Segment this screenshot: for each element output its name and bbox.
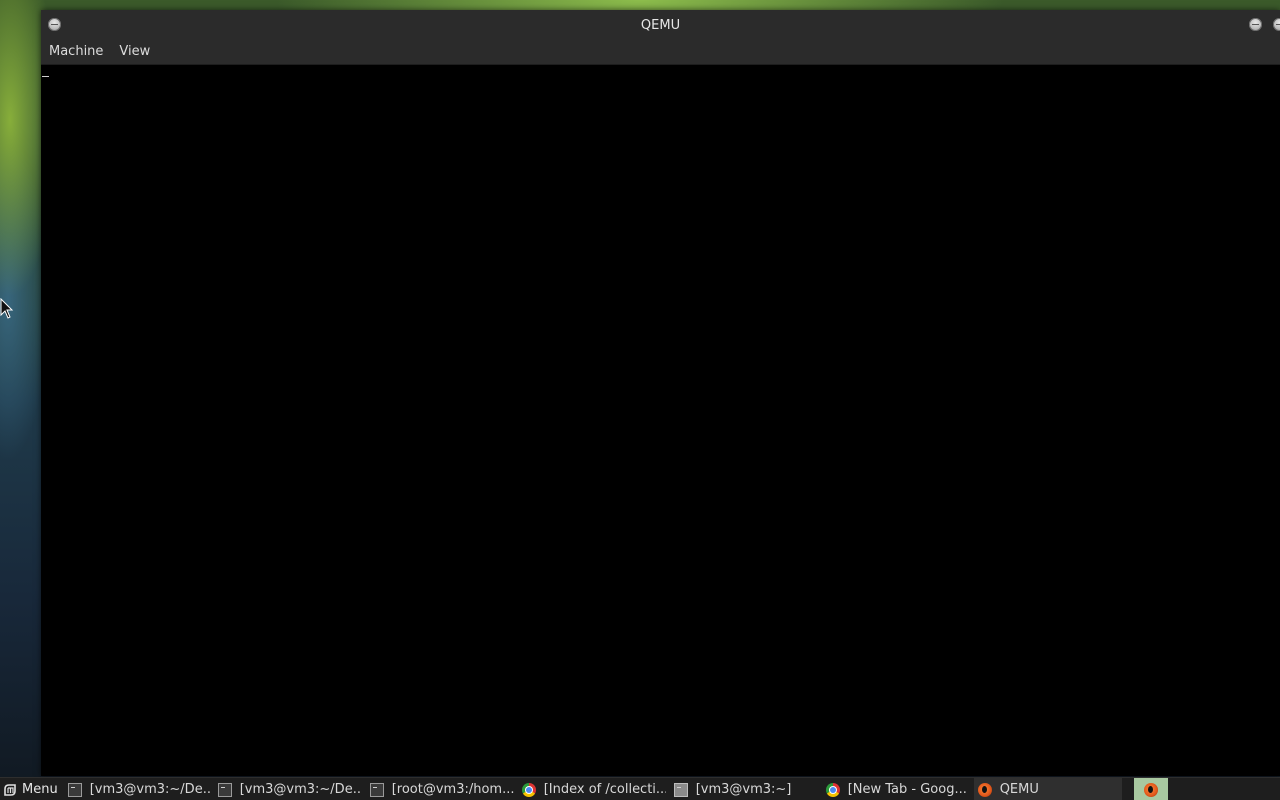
taskbar-item-label: [New Tab - Goog... — [847, 782, 967, 797]
qemu-icon — [977, 782, 992, 797]
terminal-icon — [67, 782, 82, 797]
mouse-pointer-icon — [0, 298, 14, 319]
menu-bar: Machine View — [41, 40, 1280, 65]
taskbar-item-terminal-2[interactable]: [vm3@vm3:~/De... — [214, 778, 366, 800]
window-menu-button[interactable] — [48, 18, 61, 31]
maximize-button[interactable] — [1273, 18, 1280, 31]
taskbar-item-label: [vm3@vm3:~/De... — [89, 782, 210, 797]
taskbar-item-chrome-1[interactable]: [Index of /collecti... — [518, 778, 670, 800]
qemu-window[interactable]: QEMU Machine View — [41, 10, 1280, 776]
taskbar-item-label: [vm3@vm3:~] — [695, 782, 792, 797]
taskbar-item-qemu[interactable]: QEMU — [973, 778, 1122, 800]
taskbar-item-terminal-1[interactable]: [vm3@vm3:~/De... — [64, 778, 214, 800]
taskbar-item-chrome-2[interactable]: [New Tab - Goog... — [822, 778, 974, 800]
chrome-icon — [825, 782, 840, 797]
tray-qemu[interactable] — [1134, 778, 1168, 800]
text-cursor — [42, 76, 49, 77]
terminal-icon — [673, 782, 688, 797]
menu-view[interactable]: View — [111, 40, 158, 64]
taskbar-item-label: [Index of /collecti... — [543, 782, 666, 797]
minimize-button[interactable] — [1249, 18, 1262, 31]
desktop: QEMU Machine View Menu [vm3@vm3:~/De... — [0, 0, 1280, 800]
taskbar-item-terminal-4[interactable]: [vm3@vm3:~] — [670, 778, 822, 800]
start-menu-button[interactable]: Menu — [0, 778, 64, 800]
window-titlebar[interactable]: QEMU — [41, 10, 1280, 40]
chrome-icon — [521, 782, 536, 797]
window-title: QEMU — [640, 17, 681, 33]
taskbar-item-label: [vm3@vm3:~/De... — [239, 782, 362, 797]
menu-machine[interactable]: Machine — [41, 40, 111, 64]
vm-display[interactable] — [41, 65, 1280, 776]
terminal-icon — [369, 782, 384, 797]
menu-logo-icon — [4, 783, 16, 796]
start-menu-label: Menu — [22, 782, 58, 797]
taskbar: Menu [vm3@vm3:~/De... [vm3@vm3:~/De... [… — [0, 777, 1280, 800]
taskbar-item-terminal-3[interactable]: [root@vm3:/hom... — [366, 778, 518, 800]
terminal-icon — [217, 782, 232, 797]
qemu-tray-icon — [1144, 782, 1158, 797]
taskbar-item-label: QEMU — [999, 782, 1039, 797]
taskbar-item-label: [root@vm3:/hom... — [391, 782, 514, 797]
